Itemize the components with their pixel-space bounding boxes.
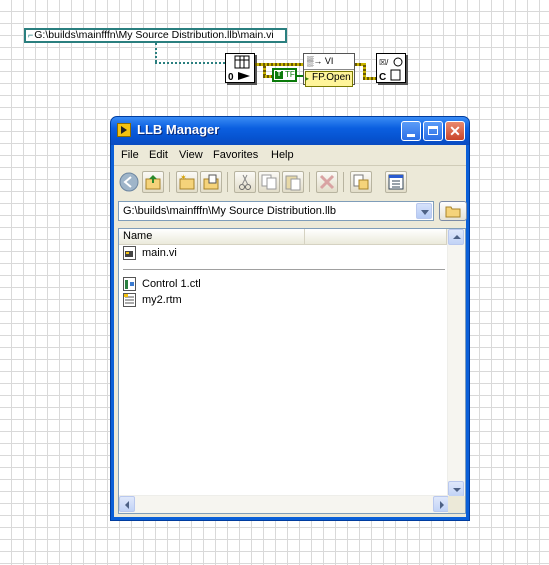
- copy-icon: [261, 174, 277, 190]
- new-folder-button[interactable]: ✶: [176, 171, 198, 193]
- path-icon: ⌐: [28, 30, 34, 40]
- back-button[interactable]: [118, 171, 140, 193]
- new-folder-icon: ✶: [179, 173, 195, 190]
- maximize-icon: [428, 126, 438, 135]
- open-folder-icon: [445, 206, 461, 218]
- delete-icon: [319, 174, 335, 190]
- property-fp-open[interactable]: ▸ FP.Open: [305, 71, 353, 87]
- svg-text:0: 0: [228, 72, 234, 82]
- open-vi-reference-icon: 0: [228, 55, 250, 83]
- toolbar-separator: [343, 172, 344, 192]
- list-divider: [123, 269, 445, 270]
- property-node[interactable]: ▒→ VI ▸ FP.Open: [303, 53, 355, 87]
- boolean-true-icon: T: [275, 71, 283, 79]
- menu-edit[interactable]: Edit: [149, 149, 168, 161]
- address-combo[interactable]: G:\builds\mainfffn\My Source Distributio…: [118, 201, 434, 221]
- file-name: Control 1.ctl: [142, 278, 201, 290]
- file-name: main.vi: [142, 247, 177, 259]
- cut-icon: [239, 174, 251, 190]
- address-path: G:\builds\mainfffn\My Source Distributio…: [123, 205, 336, 217]
- close-reference-icon: ☒/ C: [379, 57, 403, 83]
- maximize-button[interactable]: [423, 121, 443, 141]
- window-title: LLB Manager: [137, 122, 220, 137]
- close-icon: ✕: [449, 123, 461, 139]
- view-icon: [388, 174, 404, 190]
- property-node-header: ▒→ VI: [304, 54, 354, 70]
- browse-button[interactable]: [439, 201, 467, 221]
- scroll-left-button[interactable]: [119, 496, 135, 512]
- property-input-arrow-icon: ▸: [305, 74, 310, 83]
- toolbar-separator: [309, 172, 310, 192]
- path-constant[interactable]: ⌐G:\builds\mainfffn\My Source Distributi…: [24, 28, 287, 43]
- menu-file[interactable]: File: [121, 149, 139, 161]
- path-wire[interactable]: [155, 43, 157, 62]
- toolbar-separator: [169, 172, 170, 192]
- close-node-label: C: [379, 72, 386, 82]
- toolbar-separator: [227, 172, 228, 192]
- vi-reference-wire-top[interactable]: [263, 63, 303, 66]
- window-client: File Edit View Favorites Help ✶ G:\build…: [114, 145, 467, 517]
- horizontal-scrollbar[interactable]: [119, 495, 449, 513]
- up-folder-icon: [145, 175, 161, 190]
- menu-bar: File Edit View Favorites Help: [114, 145, 466, 166]
- minimize-icon: [407, 134, 415, 137]
- delete-button[interactable]: [316, 171, 338, 193]
- file-name: my2.rtm: [142, 294, 182, 306]
- properties-icon: [353, 174, 369, 190]
- paste-button[interactable]: [282, 171, 304, 193]
- close-button[interactable]: ✕: [445, 121, 465, 141]
- back-icon: [119, 172, 139, 192]
- minimize-button[interactable]: [401, 121, 421, 141]
- property-node-class: VI: [324, 56, 334, 66]
- copy-to-folder-button[interactable]: [200, 171, 222, 193]
- file-list[interactable]: Name main.vi Control 1.ctl my2.rtm: [118, 228, 466, 514]
- copy-to-folder-icon: [203, 174, 219, 190]
- path-constant-text: G:\builds\mainfffn\My Source Distributio…: [34, 29, 274, 41]
- boolean-type-label: TF: [285, 70, 295, 79]
- llb-manager-window: LLB Manager ✕ File Edit View Favorites H…: [110, 116, 470, 521]
- llb-manager-app-icon: [117, 123, 131, 137]
- list-header: Name: [119, 229, 449, 245]
- path-wire-segment[interactable]: [155, 62, 225, 64]
- up-folder-button[interactable]: [142, 171, 164, 193]
- open-vi-reference-node[interactable]: 0: [225, 53, 255, 83]
- properties-button[interactable]: [350, 171, 372, 193]
- vertical-scrollbar[interactable]: [447, 229, 465, 497]
- scroll-right-button[interactable]: [433, 496, 449, 512]
- ctl-file-icon: [123, 277, 136, 291]
- scroll-up-button[interactable]: [448, 229, 464, 245]
- rtm-file-icon: [123, 293, 136, 307]
- menu-view[interactable]: View: [179, 149, 203, 161]
- svg-text:✶: ✶: [180, 173, 187, 182]
- menu-help[interactable]: Help: [271, 149, 294, 161]
- paste-icon: [285, 175, 301, 191]
- property-out-wire-bottom[interactable]: [363, 77, 376, 80]
- column-header-name[interactable]: Name: [119, 229, 305, 244]
- menu-favorites[interactable]: Favorites: [213, 149, 258, 161]
- scroll-down-button[interactable]: [448, 481, 464, 497]
- property-fp-open-label: FP.Open: [312, 72, 351, 83]
- column-header-empty[interactable]: [306, 229, 447, 244]
- scrollbar-corner: [448, 496, 465, 513]
- vi-file-icon: [123, 246, 136, 260]
- close-reference-node[interactable]: ☒/ C: [376, 53, 406, 83]
- view-button[interactable]: [385, 171, 407, 193]
- address-dropdown-button[interactable]: [416, 203, 432, 219]
- cut-button[interactable]: [234, 171, 256, 193]
- vi-class-icon: ▒→: [307, 56, 323, 66]
- svg-text:☒/: ☒/: [379, 58, 389, 67]
- toolbar: ✶: [114, 166, 466, 198]
- copy-button[interactable]: [258, 171, 280, 193]
- title-bar[interactable]: LLB Manager ✕: [111, 117, 469, 145]
- boolean-constant[interactable]: T TF: [272, 68, 297, 82]
